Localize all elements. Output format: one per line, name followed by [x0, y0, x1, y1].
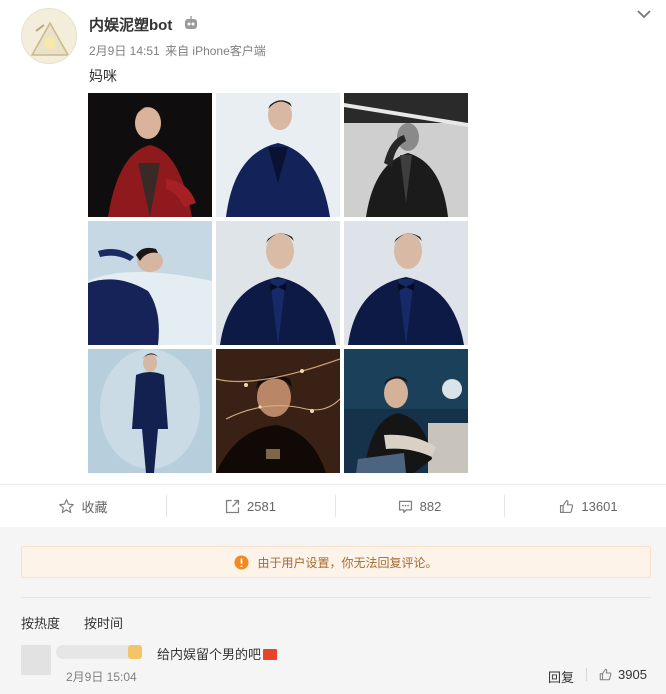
commenter-avatar[interactable] — [21, 645, 51, 675]
chevron-down-icon[interactable] — [636, 8, 652, 20]
photo-full-body[interactable] — [88, 349, 212, 473]
author-avatar[interactable] — [21, 8, 77, 64]
photo-branches[interactable] — [216, 349, 340, 473]
member-badge-icon — [128, 645, 142, 659]
warning-icon — [234, 554, 250, 570]
reply-button[interactable]: 回复 — [548, 667, 574, 686]
photo-bowtie-1[interactable] — [216, 221, 340, 345]
photo-bowtie-2[interactable] — [344, 221, 468, 345]
weibo-post-card: 内娱泥塑bot 2月9日 14:51 来自 iPhone客户端 妈咪 收藏 25… — [0, 0, 666, 694]
thumbs-up-icon — [599, 668, 612, 680]
robot-icon — [185, 16, 197, 29]
thumbs-up-icon — [560, 499, 574, 513]
photo-red-suit[interactable] — [88, 93, 212, 217]
photo-grid — [88, 93, 468, 473]
comment-action-separator — [586, 668, 587, 681]
author-name[interactable]: 内娱泥塑bot — [89, 14, 172, 35]
post-meta: 2月9日 14:51 来自 iPhone客户端 — [89, 42, 268, 59]
repost-count: 2581 — [247, 498, 276, 514]
notice-text: 由于用户设置，你无法回复评论。 — [257, 555, 438, 570]
sort-by-time[interactable]: 按时间 — [84, 613, 123, 632]
photo-reclining[interactable] — [88, 221, 212, 345]
comment-body: 给内娱留个男的吧 — [157, 647, 262, 662]
sort-by-hot[interactable]: 按热度 — [21, 613, 60, 632]
post-text: 妈咪 — [89, 68, 117, 84]
comment-icon — [398, 500, 412, 513]
emoji-icon — [263, 649, 278, 660]
comment-time: 2月9日 15:04 — [66, 670, 137, 684]
sort-divider — [21, 597, 651, 598]
favorite-label: 收藏 — [81, 499, 108, 515]
post-date[interactable]: 2月9日 14:51 — [89, 44, 160, 58]
like-count: 13601 — [581, 498, 618, 514]
star-icon — [59, 498, 75, 513]
action-bar: 收藏 2581 882 13601 — [0, 485, 666, 527]
photo-navy-suit-light[interactable] — [216, 93, 340, 217]
favorite-button[interactable]: 收藏 — [0, 485, 166, 527]
photo-studio-sitting[interactable] — [344, 349, 468, 473]
reply-restriction-notice: 由于用户设置，你无法回复评论。 — [21, 546, 651, 578]
photo-black-white[interactable] — [344, 93, 468, 217]
comment-like-button[interactable]: 3905 — [598, 665, 647, 683]
comment-button[interactable]: 882 — [336, 485, 502, 527]
comment-text: 给内娱留个男的吧 — [157, 644, 278, 663]
comment-like-count: 3905 — [618, 666, 647, 682]
post-source: 来自 iPhone客户端 — [165, 44, 266, 58]
share-icon — [225, 499, 240, 513]
like-button[interactable]: 13601 — [505, 485, 666, 527]
comment-count: 882 — [419, 498, 442, 514]
repost-button[interactable]: 2581 — [167, 485, 333, 527]
